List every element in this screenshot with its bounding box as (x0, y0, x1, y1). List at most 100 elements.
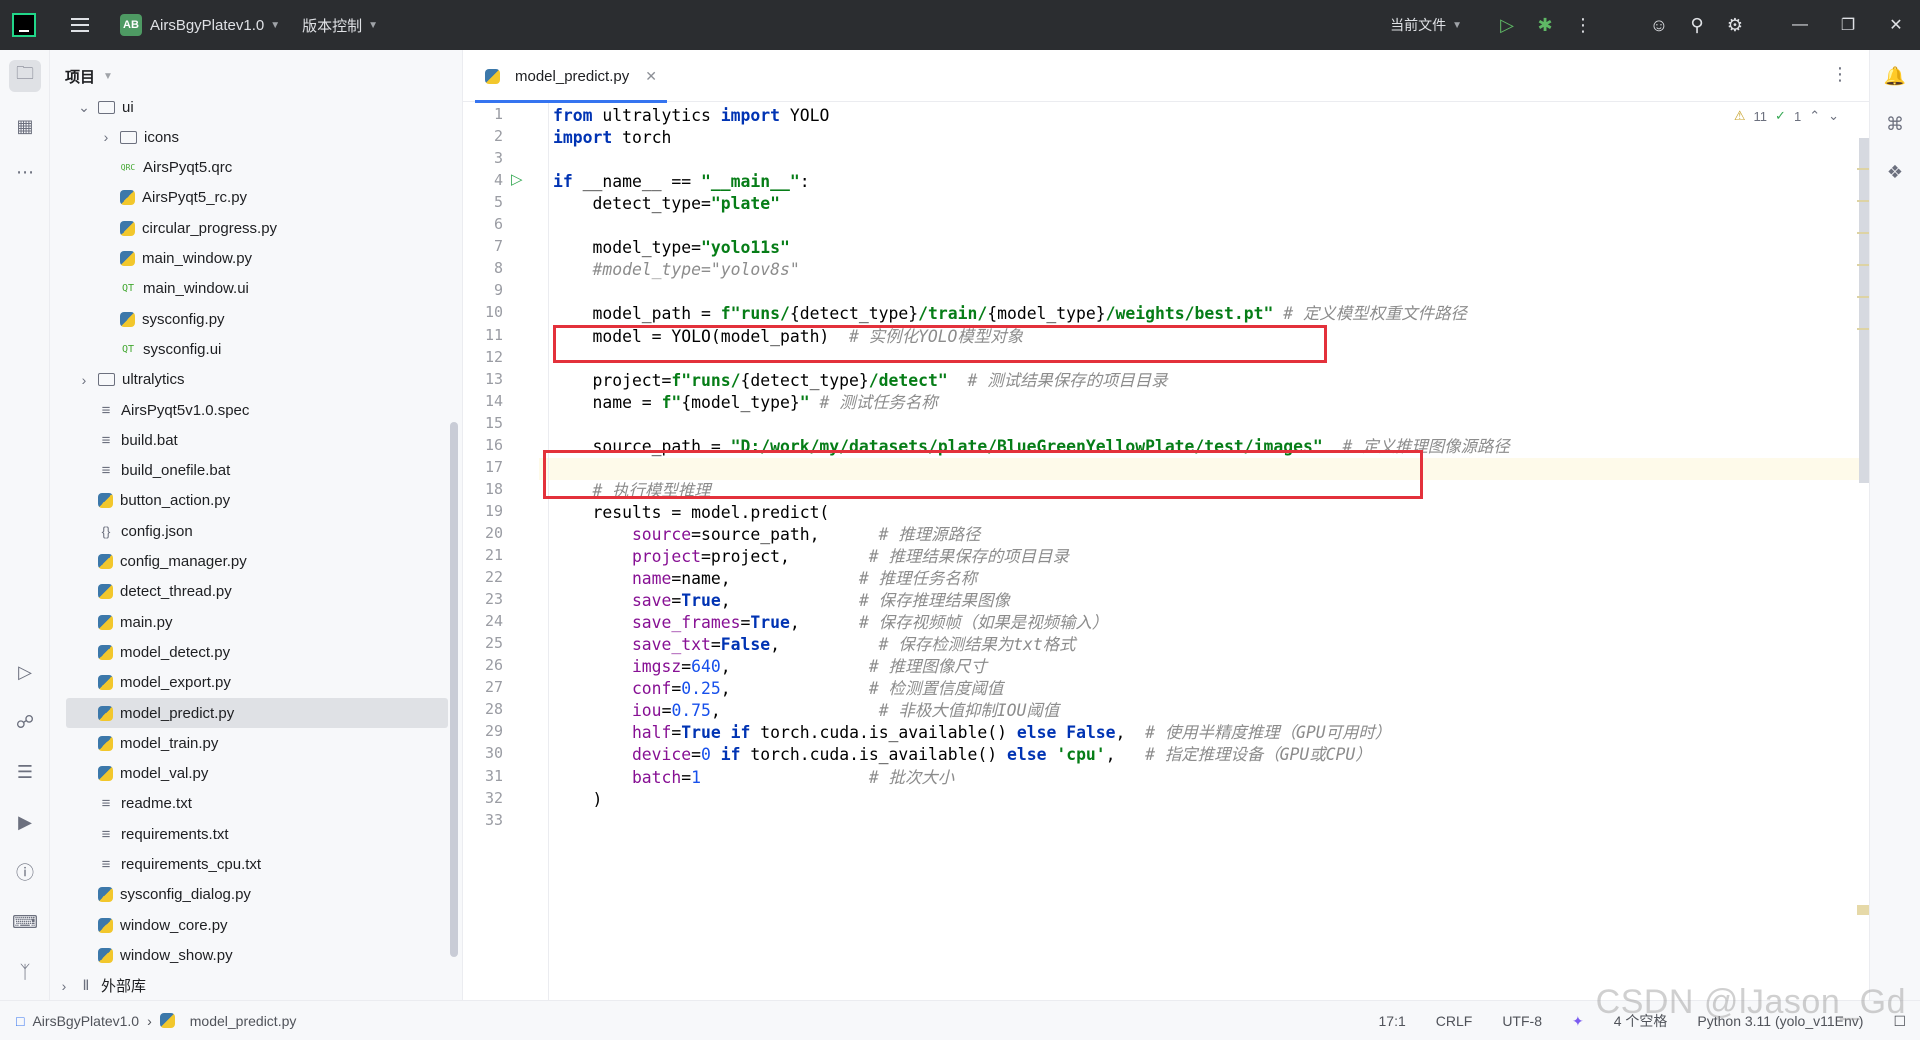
line-separator[interactable]: CRLF (1436, 1013, 1473, 1029)
git-branch-icon[interactable]: ᛉ (9, 956, 41, 988)
tab-model-predict[interactable]: model_predict.py ✕ (475, 50, 667, 103)
ai-assistant-icon[interactable]: ⌘ (1879, 108, 1911, 140)
code-line[interactable]: source=source_path, # 推理源路径 (553, 524, 980, 546)
code-line[interactable]: project=f"runs/{detect_type}/detect" # 测… (553, 370, 1167, 392)
tree-item[interactable]: ≡ requirements_cpu.txt (50, 850, 450, 880)
project-tool-icon[interactable]: 🗀 (9, 60, 41, 92)
minimize-button[interactable]: — (1776, 0, 1824, 50)
more-tools-icon[interactable]: ⋯ (9, 156, 41, 188)
close-window-button[interactable]: ✕ (1872, 0, 1920, 50)
code-line[interactable]: device=0 if torch.cuda.is_available() el… (553, 744, 1372, 766)
maximize-button[interactable]: ❐ (1824, 0, 1872, 50)
code-line[interactable]: detect_type="plate" (553, 193, 780, 215)
structure-tool-icon[interactable]: ▦ (9, 110, 41, 142)
code-token: name = (553, 392, 662, 412)
inspection-widget[interactable]: ⚠ 11 ✓ 1 ⌃ ⌄ (1734, 108, 1839, 124)
code-line[interactable]: save=True, # 保存推理结果图像 (553, 590, 1010, 612)
chevron-down-icon[interactable]: ⌄ (76, 99, 92, 116)
tree-item[interactable]: QT sysconfig.ui (50, 334, 450, 364)
run-config-selector[interactable]: 当前文件 ▼ (1390, 15, 1462, 35)
tree-item[interactable]: ≡ build_onefile.bat (50, 456, 450, 486)
notifications-icon[interactable]: 🔔 (1879, 60, 1911, 92)
plugin-icon[interactable]: ❖ (1879, 156, 1911, 188)
project-switcher[interactable]: AirsBgyPlatev1.0 ▼ (150, 17, 280, 34)
run-gutter-icon[interactable]: ▷ (511, 170, 523, 188)
tree-item[interactable]: ≡ requirements.txt (50, 819, 450, 849)
file-encoding[interactable]: UTF-8 (1502, 1013, 1542, 1029)
vcs-menu[interactable]: 版本控制 ▼ (302, 15, 378, 36)
main-menu-button[interactable] (62, 8, 98, 42)
gear-icon[interactable]: ⚙ (1716, 8, 1754, 42)
tree-item[interactable]: QRC AirsPyqt5.qrc (50, 153, 450, 183)
problems-icon[interactable]: ⓘ (9, 856, 41, 888)
editor-scrollbar[interactable] (1859, 138, 1869, 483)
code-line[interactable]: import torch (553, 127, 671, 149)
chevron-right-icon[interactable]: › (76, 372, 92, 388)
search-icon[interactable]: ⚲ (1678, 8, 1716, 42)
tree-item[interactable]: model_export.py (50, 668, 450, 698)
tree-item[interactable]: ≡ readme.txt (50, 789, 450, 819)
code-line[interactable]: batch=1 # 批次大小 (553, 767, 954, 789)
next-highlight-icon[interactable]: ⌄ (1828, 108, 1839, 124)
code-line[interactable]: name=name, # 推理任务名称 (553, 568, 977, 590)
services-icon[interactable]: ▶ (9, 806, 41, 838)
more-actions-icon[interactable]: ⋮ (1564, 8, 1602, 42)
code-line[interactable]: iou=0.75, # 非极大值抑制IOU阈值 (553, 700, 1059, 722)
tree-item[interactable]: main.py (50, 607, 450, 637)
tree-item[interactable]: › icons (50, 122, 450, 152)
tree-item[interactable]: {} config.json (50, 516, 450, 546)
tree-item[interactable]: detect_thread.py (50, 577, 450, 607)
code-line[interactable]: project=project, # 推理结果保存的项目目录 (553, 546, 1069, 568)
tree-item[interactable]: config_manager.py (50, 547, 450, 577)
tree-item[interactable]: model_detect.py (50, 637, 450, 667)
tree-item[interactable]: sysconfig_dialog.py (50, 880, 450, 910)
code-line[interactable]: model_path = f"runs/{detect_type}/train/… (553, 303, 1466, 325)
tree-item[interactable]: button_action.py (50, 486, 450, 516)
code-line[interactable]: conf=0.25, # 检测置信度阈值 (553, 678, 1003, 700)
tree-item[interactable]: main_window.py (50, 244, 450, 274)
tab-options-icon[interactable]: ⋮ (1831, 64, 1849, 85)
tree-item[interactable]: window_show.py (50, 940, 450, 970)
pycharm-logo-icon[interactable] (12, 13, 36, 37)
code-line[interactable]: model_type="yolo11s" (553, 237, 789, 259)
tree-item[interactable]: AirsPyqt5_rc.py (50, 183, 450, 213)
code-line[interactable]: save_frames=True, # 保存视频帧（如果是视频输入） (553, 612, 1108, 634)
tree-item[interactable]: model_predict.py (66, 698, 448, 728)
tree-item[interactable]: window_core.py (50, 910, 450, 940)
chevron-right-icon[interactable]: › (98, 129, 114, 145)
code-line[interactable]: name = f"{model_type}" # 测试任务名称 (553, 392, 937, 414)
tree-item[interactable]: ≡ build.bat (50, 425, 450, 455)
ai-icon[interactable]: ✦ (1572, 1013, 1584, 1030)
tree-item[interactable]: circular_progress.py (50, 213, 450, 243)
terminal-icon[interactable]: ⌨ (9, 906, 41, 938)
add-user-icon[interactable]: ☺ (1640, 8, 1678, 42)
run-icon[interactable]: ▷ (1488, 8, 1526, 42)
code-line[interactable]: from ultralytics import YOLO (553, 105, 829, 127)
code-line[interactable]: results = model.predict( (553, 502, 829, 524)
code-line[interactable]: #model_type="yolov8s" (553, 259, 799, 281)
code-line[interactable]: ) (553, 789, 602, 811)
code-line[interactable]: save_txt=False, # 保存检测结果为txt格式 (553, 634, 1076, 656)
code-line[interactable]: if __name__ == "__main__": (553, 171, 810, 193)
tree-item[interactable]: model_val.py (50, 759, 450, 789)
close-icon[interactable]: ✕ (645, 68, 657, 85)
python-console-icon[interactable]: ☍ (9, 706, 41, 738)
tree-item[interactable]: model_train.py (50, 728, 450, 758)
breadcrumb-file[interactable]: model_predict.py (190, 1013, 297, 1029)
project-scrollbar[interactable] (450, 422, 458, 957)
layers-icon[interactable]: ☰ (9, 756, 41, 788)
breadcrumb-project[interactable]: AirsBgyPlatev1.0 (32, 1013, 139, 1029)
tree-item[interactable]: QT main_window.ui (50, 274, 450, 304)
tree-item[interactable]: ⌄ ui (50, 92, 450, 122)
code-line[interactable]: half=True if torch.cuda.is_available() e… (553, 722, 1391, 744)
run-tool-icon[interactable]: ▷ (9, 656, 41, 688)
debug-icon[interactable]: ✱ (1526, 8, 1564, 42)
chevron-right-icon[interactable]: › (56, 978, 72, 994)
caret-position[interactable]: 17:1 (1379, 1013, 1406, 1029)
tree-item[interactable]: › Ⅱ 外部库 (50, 971, 450, 1001)
code-line[interactable]: imgsz=640, # 推理图像尺寸 (553, 656, 987, 678)
previous-highlight-icon[interactable]: ⌃ (1809, 108, 1820, 124)
tree-item[interactable]: ≡ AirsPyqt5v1.0.spec (50, 395, 450, 425)
tree-item[interactable]: sysconfig.py (50, 304, 450, 334)
tree-item[interactable]: › ultralytics (50, 365, 450, 395)
